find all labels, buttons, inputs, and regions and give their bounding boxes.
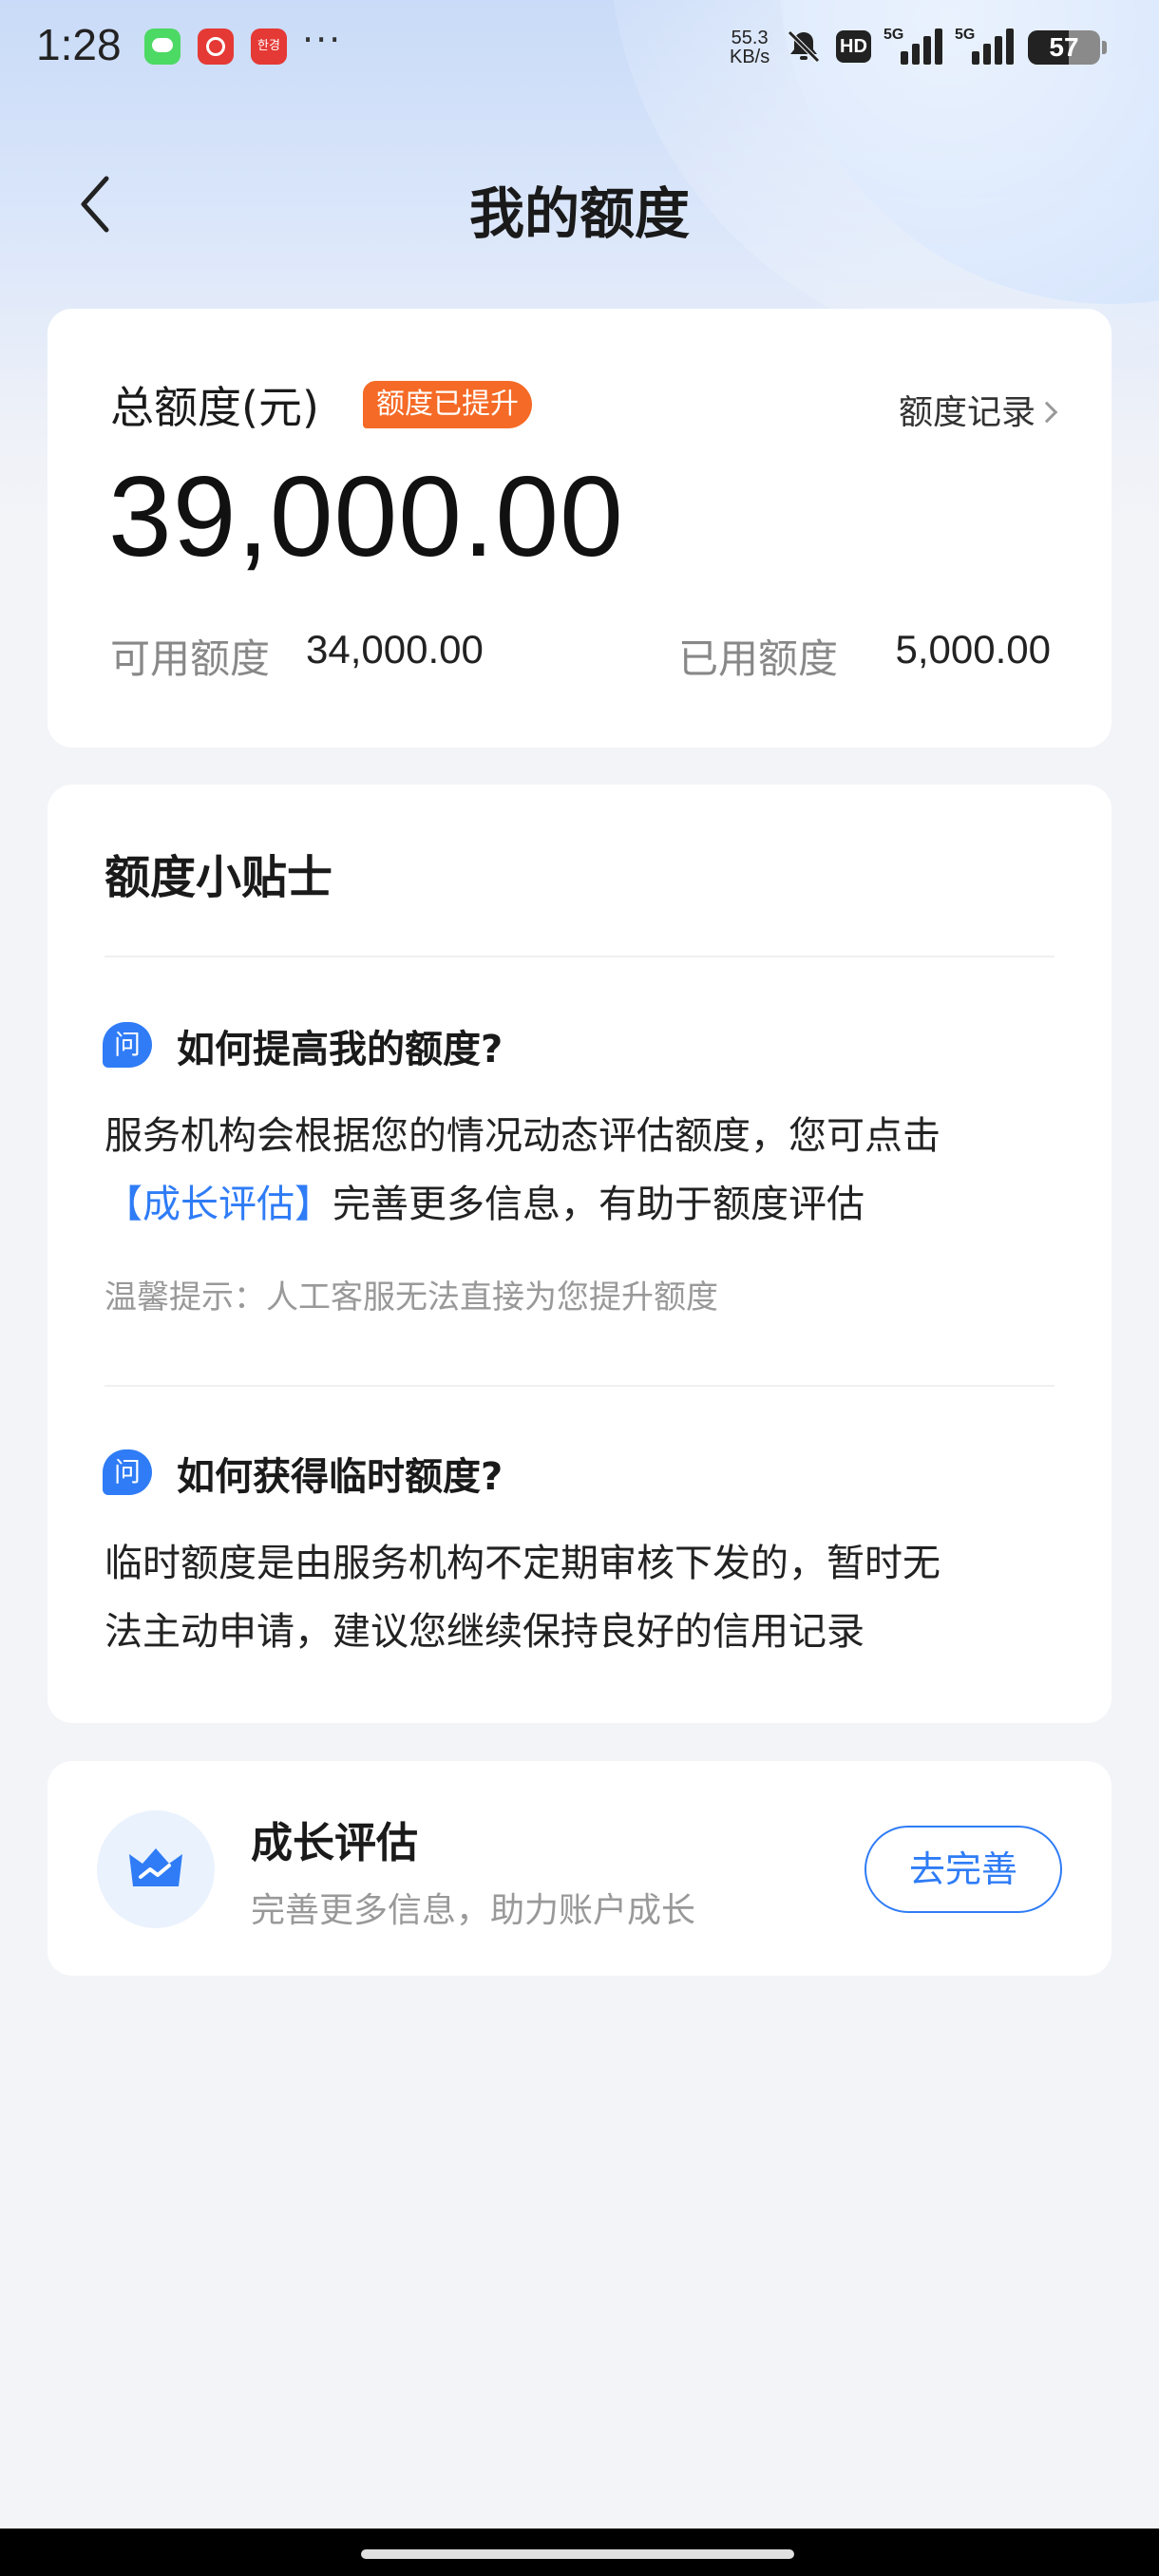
growth-evaluation-link[interactable]: 【成长评估】 [104, 1183, 332, 1226]
total-limit-label: 总额度(元) [110, 382, 319, 433]
total-limit-card: 总额度(元) 额度已提升 额度记录 39,000.00 可用额度 34,000.… [48, 309, 1112, 748]
divider [104, 956, 1054, 957]
used-limit-label: 已用额度 [678, 635, 839, 682]
q1-body-line1: 服务机构会根据您的情况动态评估额度，您可点击 [104, 1114, 940, 1158]
question-icon: 问 [103, 1022, 152, 1068]
crown-chart-icon [97, 1810, 215, 1928]
battery-level: 57 [1049, 32, 1079, 62]
hd-voice-icon: HD [836, 30, 871, 63]
page-title: 我的额度 [468, 181, 690, 246]
growth-evaluation-card[interactable]: 成长评估 完善更多信息，助力账户成长 去完善 [48, 1761, 1112, 1976]
navigation-bar [0, 2529, 1159, 2576]
limit-raised-badge: 额度已提升 [363, 381, 532, 428]
available-limit-label: 可用额度 [110, 635, 271, 682]
total-limit-amount: 39,000.00 [108, 453, 624, 580]
news-app-icon [198, 28, 234, 65]
growth-title: 成长评估 [251, 1819, 418, 1867]
tips-title: 额度小贴士 [104, 851, 333, 904]
messages-app-icon [144, 28, 180, 65]
network-speed-unit: KB/s [730, 47, 770, 67]
used-limit-value: 5,000.00 [895, 627, 1052, 672]
available-limit-value: 34,000.00 [306, 627, 484, 672]
home-indicator[interactable] [361, 2549, 794, 2559]
q1-title: 如何提高我的额度? [177, 1028, 504, 1071]
network-speed-value: 55.3 [731, 28, 769, 48]
chevron-right-icon [1036, 401, 1058, 424]
q1-hint: 温馨提示：人工客服无法直接为您提升额度 [104, 1279, 718, 1316]
q2-body: 临时额度是由服务机构不定期审核下发的，暂时无 法主动申请，建议您继续保持良好的信… [104, 1529, 1064, 1666]
limit-tips-card: 额度小贴士 问 如何提高我的额度? 服务机构会根据您的情况动态评估额度，您可点击… [48, 785, 1112, 1723]
q1-body-line2-text: 完善更多信息，有助于额度评估 [332, 1183, 864, 1226]
battery-tip [1102, 41, 1107, 54]
battery-icon: 57 [1028, 30, 1100, 65]
q2-body-line1: 临时额度是由服务机构不定期审核下发的，暂时无 [104, 1542, 940, 1585]
signal-label: 5G [884, 27, 904, 43]
signal-label-2: 5G [955, 27, 976, 43]
network-speed: 55.3 KB/s [730, 28, 770, 66]
q2-body-line2: 法主动申请，建议您继续保持良好的信用记录 [104, 1610, 864, 1654]
q1-body-line2: 【成长评估】完善更多信息，有助于额度评估 [104, 1170, 1064, 1239]
limit-record-link[interactable]: 额度记录 [898, 385, 1058, 434]
limit-record-label: 额度记录 [898, 393, 1036, 432]
divider [104, 1385, 1054, 1387]
q2-title: 如何获得临时额度? [177, 1455, 504, 1499]
q1-body: 服务机构会根据您的情况动态评估额度，您可点击 【成长评估】完善更多信息，有助于额… [104, 1102, 1064, 1239]
status-time: 1:28 [36, 20, 122, 69]
question-icon: 问 [103, 1449, 152, 1495]
more-notifications-icon: ··· [302, 19, 343, 61]
signal-5g-icon-2: 5G [955, 27, 1021, 66]
mute-bell-icon [788, 30, 820, 63]
signal-5g-icon: 5G [884, 27, 950, 66]
status-bar: 1:28 한경 ··· 55.3 KB/s HD 5G 5G 57 [0, 0, 1159, 95]
growth-subtitle: 完善更多信息，助力账户成长 [251, 1891, 696, 1930]
complete-info-button[interactable]: 去完善 [864, 1826, 1062, 1913]
korean-app-icon: 한경 [251, 28, 287, 65]
